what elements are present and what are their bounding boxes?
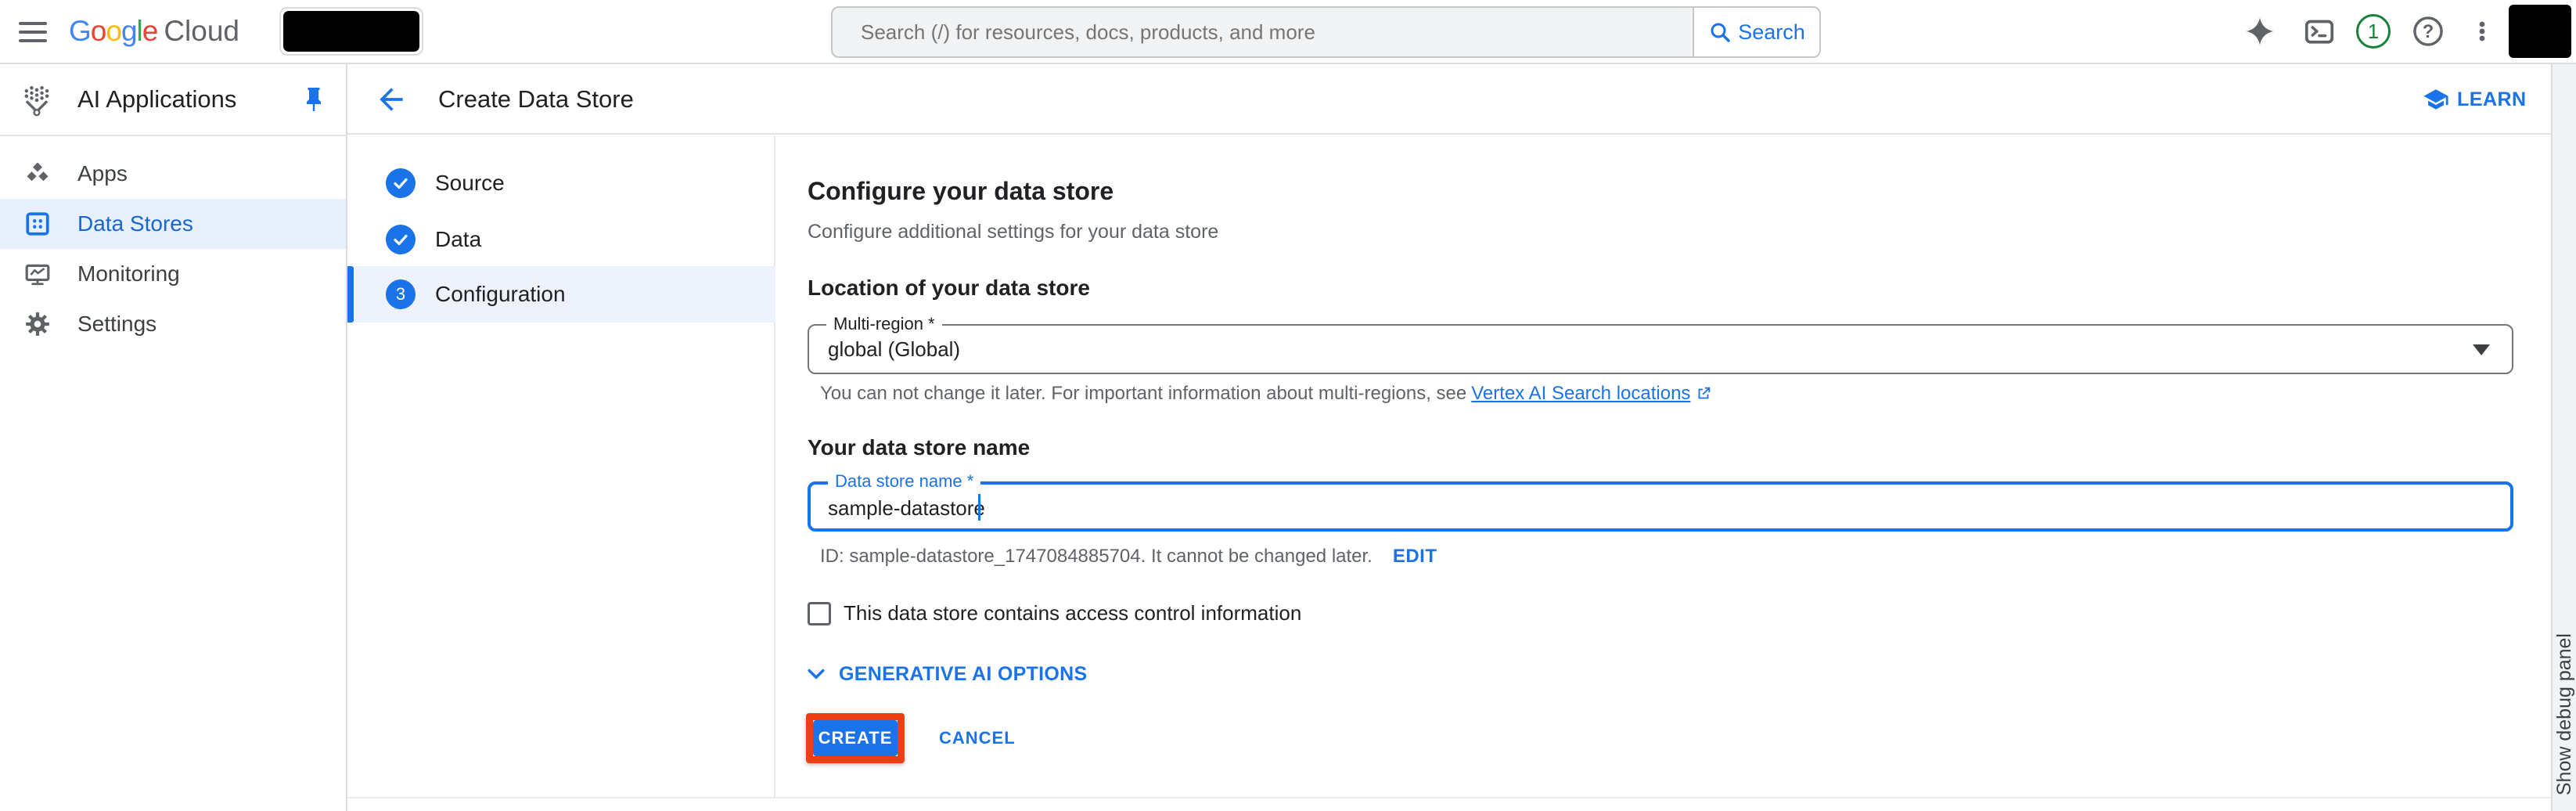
graduation-cap-icon — [2423, 86, 2449, 113]
search-button[interactable]: Search — [1693, 8, 1819, 56]
data-stores-icon — [23, 211, 52, 237]
dropdown-arrow-icon — [2473, 344, 2490, 355]
project-selector[interactable] — [279, 7, 423, 56]
multi-region-select[interactable]: Multi-region * global (Global) — [808, 324, 2513, 374]
cancel-button[interactable]: CANCEL — [939, 728, 1016, 748]
step-data-check-icon — [386, 225, 416, 254]
location-section-heading: Location of your data store — [808, 276, 1090, 301]
step-configuration[interactable]: 3 Configuration — [347, 266, 775, 323]
search-bar: Search — [831, 6, 1821, 58]
create-button[interactable]: CREATE — [813, 720, 898, 756]
external-link-icon — [1695, 385, 1712, 402]
pin-icon[interactable] — [300, 85, 328, 117]
show-debug-panel-label: Show debug panel — [2553, 633, 2576, 795]
stepper: Source Data 3 Configuration — [347, 136, 775, 797]
sidebar-item-monitoring[interactable]: Monitoring — [0, 249, 346, 299]
page-header — [347, 64, 2551, 135]
project-selector-redacted — [283, 11, 419, 52]
back-arrow-icon[interactable] — [374, 82, 408, 121]
search-icon — [1708, 20, 1732, 44]
hamburger-menu-icon[interactable] — [19, 22, 47, 42]
location-helper-text: You can not change it later. For importa… — [820, 383, 1712, 405]
sidebar-title: AI Applications — [77, 64, 236, 135]
show-debug-panel-toggle[interactable]: Show debug panel — [2551, 64, 2576, 811]
step-source-check-icon — [386, 168, 416, 198]
screen: GoogleCloud Search — [0, 0, 2576, 811]
learn-button[interactable]: LEARN — [2423, 64, 2527, 135]
google-cloud-logo[interactable]: GoogleCloud — [69, 0, 239, 63]
page-title: Create Data Store — [438, 64, 634, 135]
settings-gear-icon — [23, 311, 52, 337]
data-store-name-input[interactable] — [826, 489, 2473, 527]
search-field-area[interactable] — [833, 8, 1693, 56]
access-control-label: This data store contains access control … — [844, 601, 1301, 625]
sidebar: AI Applications Apps — [0, 64, 347, 811]
edit-id-button[interactable]: EDIT — [1393, 546, 1437, 568]
form-subheading: Configure additional settings for your d… — [808, 221, 1218, 243]
notifications-badge[interactable]: 1 — [2355, 0, 2391, 63]
more-options-icon[interactable] — [2470, 0, 2495, 63]
sidebar-item-data-stores[interactable]: Data Stores — [0, 199, 346, 249]
text-caret — [978, 494, 980, 521]
data-store-id-helper: ID: sample-datastore_1747084885704. It c… — [820, 546, 1437, 568]
data-store-name-field[interactable]: Data store name * — [808, 481, 2513, 532]
vertex-ai-search-locations-link[interactable]: Vertex AI Search locations — [1471, 383, 1690, 405]
cloud-shell-icon[interactable] — [2304, 0, 2335, 63]
apps-icon — [23, 160, 52, 187]
search-input[interactable] — [859, 20, 1693, 45]
create-button-highlight-box: CREATE — [806, 713, 905, 763]
access-control-row[interactable]: This data store contains access control … — [808, 601, 1301, 625]
avatar[interactable] — [2509, 5, 2571, 58]
form-heading: Configure your data store — [808, 177, 1114, 206]
ai-applications-icon — [20, 84, 53, 121]
configuration-form: Configure your data store Configure addi… — [775, 136, 2551, 797]
monitoring-icon — [23, 261, 52, 287]
step-configuration-number: 3 — [386, 279, 416, 309]
step-source[interactable]: Source — [347, 155, 775, 211]
notification-count: 1 — [2356, 14, 2391, 49]
access-control-checkbox[interactable] — [808, 602, 831, 625]
gemini-icon[interactable] — [2244, 0, 2276, 63]
sidebar-header: AI Applications — [0, 64, 346, 136]
action-buttons-row: CREATE CANCEL — [806, 713, 1016, 763]
generative-ai-options-toggle[interactable]: GENERATIVE AI OPTIONS — [804, 662, 1087, 686]
name-section-heading: Your data store name — [808, 435, 1030, 460]
sidebar-item-settings[interactable]: Settings — [0, 299, 346, 349]
top-bar: GoogleCloud Search — [0, 0, 2576, 64]
svg-text:?: ? — [2423, 22, 2434, 42]
content-bottom-divider — [347, 797, 2551, 798]
sidebar-item-apps[interactable]: Apps — [0, 149, 346, 199]
step-data[interactable]: Data — [347, 211, 775, 268]
help-icon[interactable]: ? — [2412, 0, 2445, 63]
multi-region-value: global (Global) — [828, 326, 960, 373]
chevron-down-icon — [804, 662, 828, 686]
